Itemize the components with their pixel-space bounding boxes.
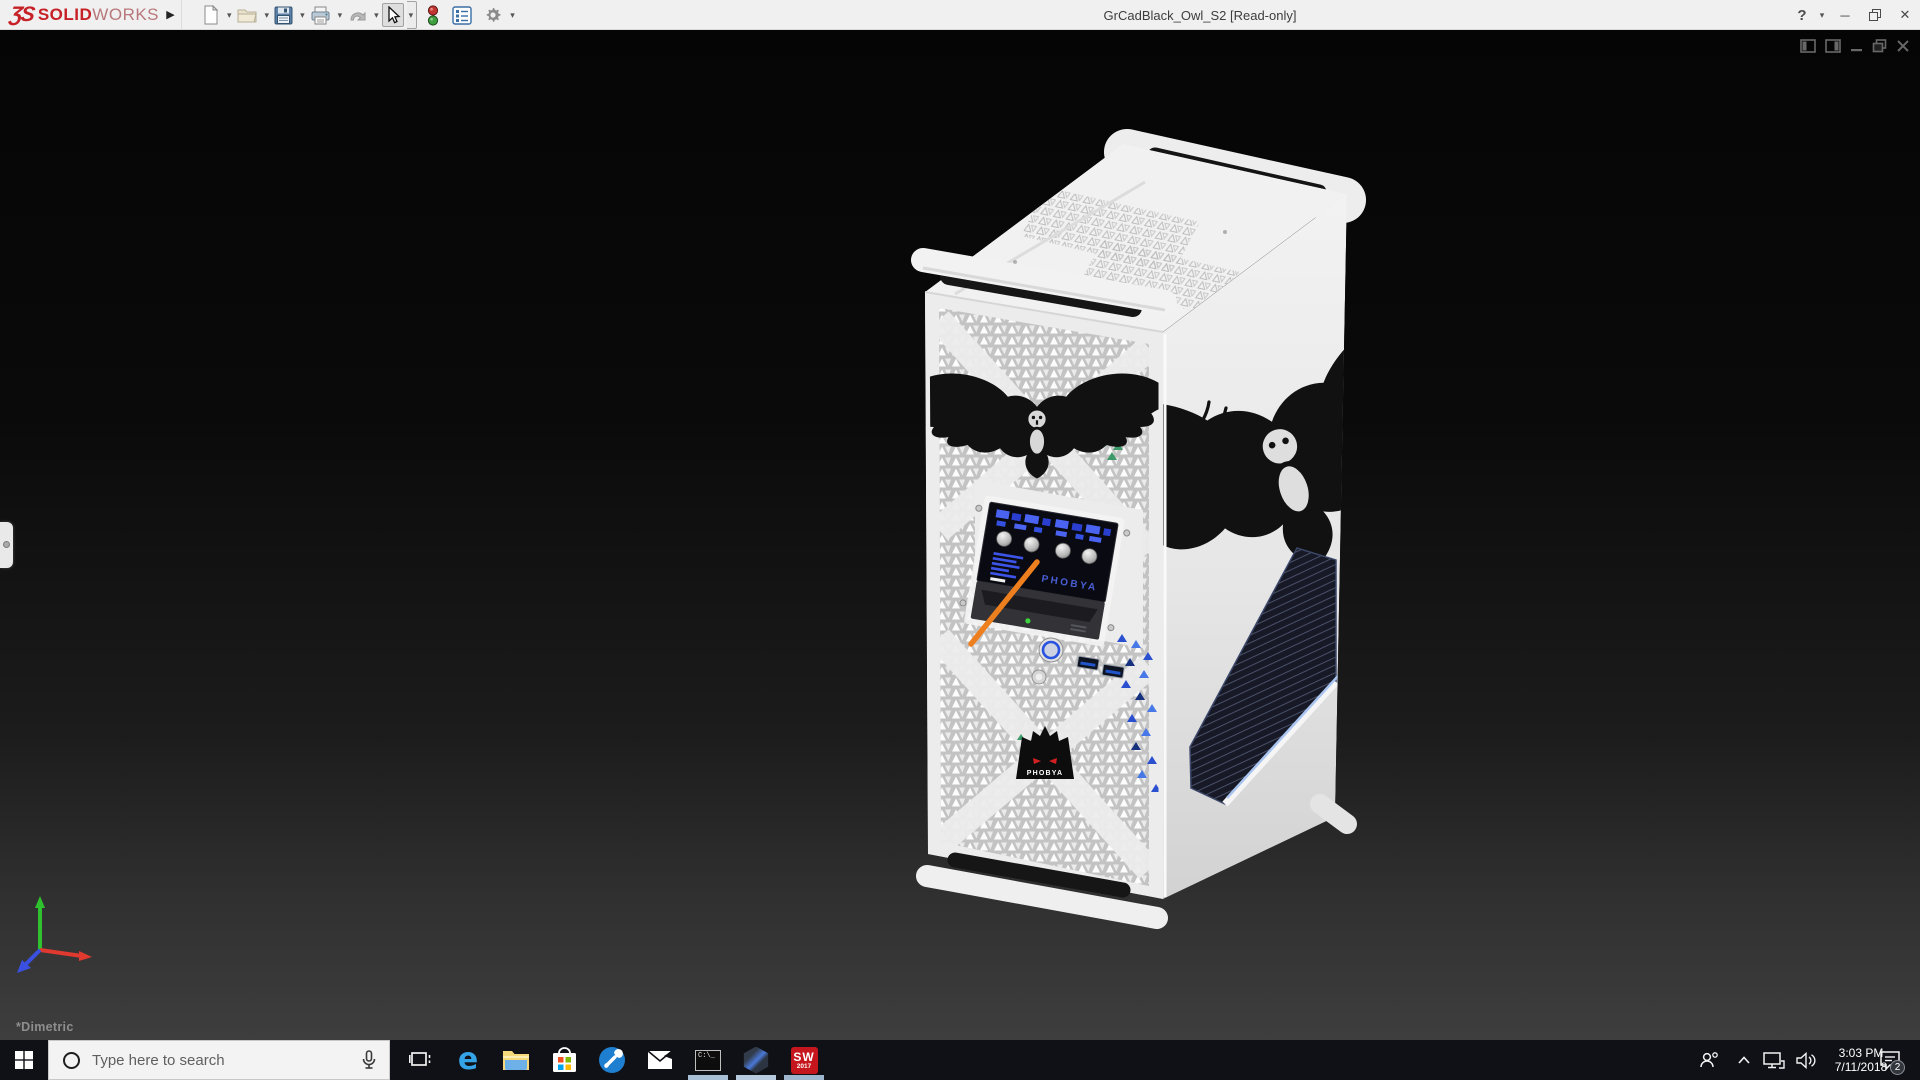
file-explorer-icon (502, 1048, 530, 1072)
wrench-circle-icon (598, 1046, 626, 1074)
save-button[interactable] (272, 3, 295, 27)
open-indicator-cmd (688, 1075, 728, 1080)
print-icon (310, 6, 331, 25)
child-minimize-icon[interactable] (1850, 39, 1863, 53)
help-caret[interactable]: ▾ (1814, 0, 1830, 30)
rebuild-trafficlight-icon (427, 5, 439, 26)
people-icon (1699, 1051, 1719, 1069)
hexagon-app-icon (743, 1047, 770, 1074)
speaker-icon (1796, 1052, 1816, 1069)
options-caret[interactable]: ▾ (510, 10, 515, 21)
task-view-button[interactable] (396, 1040, 444, 1080)
new-document-icon (202, 5, 220, 25)
taskbar-app-edge[interactable]: e (444, 1040, 492, 1080)
network-icon (1763, 1052, 1785, 1069)
edge-icon: e (458, 1045, 478, 1075)
help-button[interactable]: ? (1790, 0, 1814, 30)
taskbar-app-command-prompt[interactable]: C:\_ (684, 1040, 732, 1080)
show-pane-right-icon[interactable] (1825, 39, 1841, 53)
windows-logo-icon (15, 1051, 33, 1069)
open-folder-icon (237, 6, 258, 24)
open-button[interactable] (235, 3, 260, 27)
tray-overflow-button[interactable] (1730, 1040, 1758, 1080)
triad-y-axis (35, 896, 45, 908)
save-floppy-icon (274, 6, 293, 25)
close-button[interactable]: ✕ (1890, 0, 1920, 30)
command-prompt-icon: C:\_ (695, 1050, 721, 1071)
network-button[interactable] (1758, 1040, 1790, 1080)
logo-solid-text: SOLID (38, 5, 92, 25)
cad-model-pc-case[interactable]: PHOBYA PHOBYA (895, 82, 1375, 942)
logo-works-text: WORKS (92, 5, 159, 25)
options-gear-icon (483, 5, 503, 25)
print-caret[interactable]: ▾ (338, 10, 343, 21)
print-button[interactable] (308, 3, 333, 27)
feature-manager-collapsed-tab[interactable] (0, 522, 13, 568)
undo-caret[interactable]: ▾ (374, 10, 379, 21)
triad-x-axis (79, 951, 92, 961)
rebuild-button[interactable] (425, 3, 441, 27)
search-input[interactable] (92, 1052, 361, 1069)
select-cursor-icon (385, 6, 401, 25)
taskbar: e C:\_ (0, 1040, 1920, 1080)
taskbar-app-hexagon[interactable] (732, 1040, 780, 1080)
microphone-icon[interactable] (361, 1050, 377, 1070)
select-tool-button[interactable] (382, 3, 404, 27)
child-close-icon[interactable] (1896, 39, 1910, 53)
restore-icon (1869, 9, 1881, 21)
restore-button[interactable] (1860, 0, 1890, 30)
file-properties-icon (452, 6, 472, 25)
solidworks-2017-icon: SW 2017 (791, 1047, 818, 1074)
new-document-button[interactable] (200, 3, 222, 27)
mail-icon (647, 1050, 673, 1070)
notification-badge: 2 (1890, 1060, 1905, 1075)
child-restore-icon[interactable] (1872, 39, 1887, 53)
file-properties-button[interactable] (450, 3, 474, 27)
new-caret[interactable]: ▾ (227, 10, 232, 21)
document-title: GrCadBlack_Owl_S2 [Read-only] (1104, 0, 1297, 30)
titlebar: ƷS SOLIDWORKS ▶ ▾ ▾ ▾ ▾ ▾ ▾ ▾ (0, 0, 1920, 30)
solidworks-logo: ƷS SOLIDWORKS (10, 2, 159, 28)
menu-flyout-arrow-icon[interactable]: ▶ (160, 0, 182, 29)
phobya-badge-text: PHOBYA (1027, 770, 1064, 777)
volume-button[interactable] (1790, 1040, 1822, 1080)
undo-arrow-icon (347, 7, 367, 24)
chevron-up-icon (1738, 1056, 1750, 1064)
cortana-circle-icon[interactable] (63, 1052, 80, 1069)
show-pane-left-icon[interactable] (1800, 39, 1816, 53)
orientation-label: *Dimetric (16, 1020, 74, 1034)
start-button[interactable] (0, 1040, 48, 1080)
open-caret[interactable]: ▾ (265, 10, 270, 21)
child-window-controls (1800, 39, 1910, 53)
options-button[interactable] (481, 3, 505, 27)
people-button[interactable] (1692, 1040, 1726, 1080)
task-view-icon (409, 1051, 431, 1069)
taskbar-app-mail[interactable] (636, 1040, 684, 1080)
minimize-button[interactable]: ─ (1830, 0, 1860, 30)
open-indicator-hexagon (736, 1075, 776, 1080)
taskbar-search[interactable] (48, 1040, 390, 1080)
graphics-viewport[interactable]: PHOBYA PHOBYA (0, 30, 1920, 1040)
taskbar-app-solidworks[interactable]: SW 2017 (780, 1040, 828, 1080)
save-caret[interactable]: ▾ (300, 10, 305, 21)
taskbar-app-store[interactable] (540, 1040, 588, 1080)
expand-pane-knob-icon (3, 541, 10, 548)
taskbar-app-file-explorer[interactable] (492, 1040, 540, 1080)
select-tool-caret[interactable]: ▾ (407, 1, 418, 29)
open-indicator-solidworks (784, 1075, 824, 1080)
undo-button[interactable] (345, 3, 369, 27)
action-center-button[interactable] (1872, 1040, 1908, 1080)
taskbar-app-wrench-tool[interactable] (588, 1040, 636, 1080)
solidworks-logo-mark: ƷS (8, 3, 34, 27)
store-icon (552, 1047, 577, 1073)
orientation-triad (8, 892, 108, 987)
